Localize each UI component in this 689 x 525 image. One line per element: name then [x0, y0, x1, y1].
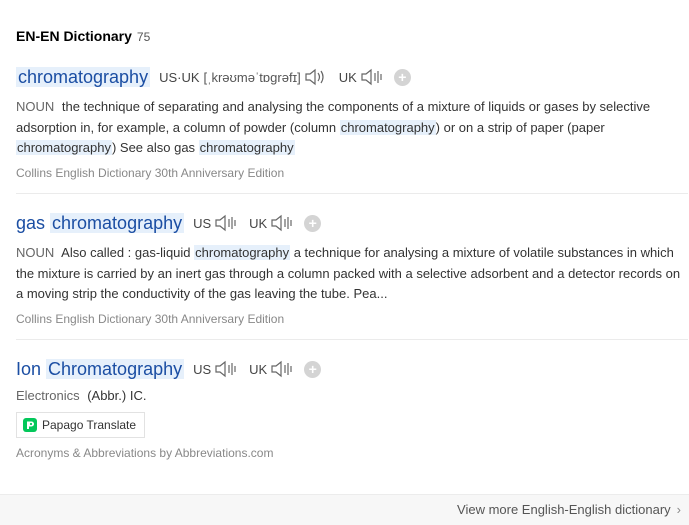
papago-translate-button[interactable]: Papago Translate	[16, 412, 146, 438]
source-label: Acronyms & Abbreviations by Abbreviation…	[16, 446, 274, 460]
speaker-icon[interactable]	[214, 213, 240, 233]
source-label: Collins English Dictionary 30th Annivers…	[16, 165, 285, 180]
papago-icon	[23, 418, 37, 432]
source-label: Collins English Dictionary 30th Annivers…	[16, 311, 285, 326]
speaker-icon[interactable]	[214, 359, 240, 379]
entry-word-link[interactable]: chromatography	[16, 66, 151, 88]
us-uk-label: US·UK	[159, 69, 200, 85]
papago-label: Papago Translate	[42, 418, 137, 432]
part-of-speech: NOUN	[16, 245, 55, 260]
speaker-icon[interactable]	[360, 67, 386, 87]
add-wordbook-icon[interactable]: +	[304, 360, 322, 378]
abbreviation-text: (Abbr.) IC.	[87, 388, 147, 403]
us-pronunciation: US	[193, 359, 240, 379]
add-wordbook-icon[interactable]: +	[393, 68, 411, 86]
add-wordbook-icon[interactable]: +	[304, 214, 322, 232]
entry-chromatography: chromatography US·UK [ˌkrəʊməˈtɒɡrəfɪ] U…	[16, 64, 688, 180]
dictionary-title: EN-EN Dictionary	[16, 28, 132, 44]
highlight-term: chromatography	[16, 140, 112, 155]
uk-pronunciation: UK	[339, 67, 386, 87]
pronunciation: US·UK [ˌkrəʊməˈtɒɡrəfɪ]	[159, 67, 330, 87]
abbreviation-row: Electronics (Abbr.) IC.	[16, 388, 688, 403]
speaker-icon[interactable]	[270, 359, 296, 379]
dictionary-header: EN-EN Dictionary 75	[16, 28, 150, 44]
entry-word-link[interactable]: Ion Chromatography	[16, 358, 185, 380]
highlight-term: chromatography	[198, 140, 295, 155]
part-of-speech: NOUN	[16, 99, 55, 114]
view-more-label: View more English-English dictionary	[457, 502, 671, 517]
uk-pronunciation: UK	[249, 359, 296, 379]
footer-bar: View more English-English dictionary ›	[0, 494, 689, 525]
category-label: Electronics	[16, 388, 80, 403]
definition: NOUN the technique of separating and ana…	[16, 99, 651, 155]
uk-label: UK	[249, 361, 268, 377]
uk-label: UK	[249, 215, 268, 231]
highlight-term: chromatography	[194, 245, 291, 260]
divider	[16, 193, 688, 194]
entry-ion-chromatography: Ion Chromatography US UK + Electronics (…	[16, 356, 688, 460]
result-count: 75	[136, 30, 151, 44]
divider	[16, 339, 688, 340]
entry-gas-chromatography: gas chromatography US UK + NOUN Also cal…	[16, 210, 688, 326]
us-label: US	[193, 361, 212, 377]
entry-word-link[interactable]: gas chromatography	[16, 212, 185, 234]
uk-label: UK	[338, 69, 357, 85]
speaker-icon[interactable]	[304, 67, 330, 87]
us-pronunciation: US	[193, 213, 240, 233]
view-more-link[interactable]: View more English-English dictionary ›	[457, 502, 681, 517]
phonetic-text: [ˌkrəʊməˈtɒɡrəfɪ]	[203, 69, 301, 85]
uk-pronunciation: UK	[249, 213, 296, 233]
speaker-icon[interactable]	[270, 213, 296, 233]
us-label: US	[193, 215, 212, 231]
highlight-term: chromatography	[339, 119, 436, 135]
definition: NOUN Also called : gas-liquid chromatogr…	[16, 245, 681, 301]
chevron-right-icon: ›	[676, 502, 681, 517]
